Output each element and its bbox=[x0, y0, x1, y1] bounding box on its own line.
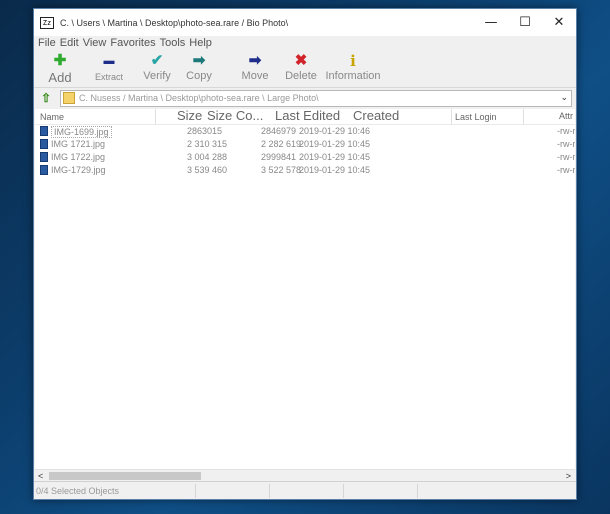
file-modified: 2019-01-29 10:45 bbox=[299, 139, 371, 149]
menu-tools[interactable]: Tools bbox=[160, 36, 186, 50]
add-button[interactable]: ✚ Add bbox=[40, 50, 80, 86]
verify-label: Verify bbox=[143, 70, 171, 82]
table-row[interactable]: IMG-1699.jpg 2863015 2846979 2019-01-29 … bbox=[35, 125, 575, 138]
file-list[interactable]: Name Size Size Co... Last Edited Created… bbox=[35, 109, 575, 481]
menu-bar: File Edit View Favorites Tools Help bbox=[34, 36, 576, 50]
folder-icon bbox=[63, 92, 75, 104]
file-name: IMG 1721.jpg bbox=[51, 139, 106, 149]
information-button[interactable]: i Information bbox=[324, 50, 382, 82]
column-divider[interactable] bbox=[155, 109, 156, 125]
file-attr: -rw-r bbox=[557, 139, 575, 149]
minus-icon: ▬ bbox=[103, 55, 115, 67]
scroll-right-icon[interactable]: > bbox=[566, 470, 571, 481]
window-title: C. \ Users \ Martina \ Desktop\photo-sea… bbox=[60, 17, 289, 28]
delete-x-icon: ✖ bbox=[294, 52, 308, 69]
move-button[interactable]: ➡ Move bbox=[238, 50, 272, 83]
scrollbar-thumb[interactable] bbox=[49, 472, 201, 480]
file-size: 2 310 315 bbox=[187, 139, 228, 149]
menu-edit[interactable]: Edit bbox=[60, 36, 79, 50]
copy-arrow-icon: ➡ bbox=[192, 52, 206, 69]
minimize-button[interactable]: — bbox=[474, 9, 508, 36]
table-row[interactable]: IMG 1722.jpg 3 004 288 2999841 2019-01-2… bbox=[35, 151, 575, 164]
plus-icon: ✚ bbox=[53, 52, 67, 69]
file-name: IMG 1722.jpg bbox=[51, 152, 106, 162]
file-packed-size: 2 282 619 bbox=[261, 139, 302, 149]
chevron-down-icon[interactable]: ⌄ bbox=[560, 92, 568, 103]
column-divider[interactable] bbox=[523, 109, 524, 125]
file-size: 3 004 288 bbox=[187, 152, 228, 162]
file-packed-size: 3 522 578 bbox=[261, 165, 302, 175]
column-header: Name Size Size Co... Last Edited Created… bbox=[35, 109, 575, 125]
move-arrow-icon: ➡ bbox=[248, 52, 262, 69]
title-bar[interactable]: Zz C. \ Users \ Martina \ Desktop\photo-… bbox=[34, 9, 576, 36]
column-attr[interactable]: Attr bbox=[559, 111, 573, 121]
file-icon bbox=[40, 165, 48, 175]
file-modified: 2019-01-29 10:45 bbox=[299, 165, 371, 175]
file-packed-size: 2846979 bbox=[261, 126, 297, 136]
delete-label: Delete bbox=[285, 70, 317, 82]
file-attr: -rw-r bbox=[557, 152, 575, 162]
add-label: Add bbox=[48, 70, 72, 85]
address-field[interactable]: C. Nusess / Martina \ Desktop\photo-sea.… bbox=[60, 89, 572, 107]
file-size: 2863015 bbox=[187, 126, 223, 136]
scroll-left-icon[interactable]: < bbox=[38, 470, 43, 481]
table-row[interactable]: IMG 1721.jpg 2 310 315 2 282 619 2019-01… bbox=[35, 138, 575, 151]
extract-button[interactable]: ▬ Extract bbox=[86, 50, 132, 82]
file-attr: -rw-r bbox=[557, 165, 575, 175]
column-name[interactable]: Name bbox=[40, 112, 64, 122]
status-selected: 0/4 Selected Objects bbox=[34, 483, 196, 498]
menu-view[interactable]: View bbox=[83, 36, 107, 50]
status-cell-empty bbox=[196, 483, 270, 498]
column-divider[interactable] bbox=[451, 109, 452, 125]
verify-button[interactable]: ✔ Verify bbox=[138, 50, 176, 83]
column-last-edited[interactable]: Last Edited bbox=[275, 109, 340, 123]
menu-favorites[interactable]: Favorites bbox=[110, 36, 155, 50]
status-cell-empty bbox=[344, 483, 418, 498]
archive-window: Zz C. \ Users \ Martina \ Desktop\photo-… bbox=[33, 8, 577, 500]
info-icon: i bbox=[350, 52, 356, 70]
column-size-compressed[interactable]: Size Co... bbox=[207, 109, 263, 123]
move-label: Move bbox=[241, 70, 269, 82]
column-last-login[interactable]: Last Login bbox=[455, 112, 497, 122]
file-packed-size: 2999841 bbox=[261, 152, 297, 162]
column-created[interactable]: Created bbox=[353, 109, 399, 123]
horizontal-scrollbar[interactable]: < > bbox=[35, 469, 575, 481]
menu-help[interactable]: Help bbox=[189, 36, 212, 50]
file-icon bbox=[40, 139, 48, 149]
menu-file[interactable]: File bbox=[38, 36, 56, 50]
delete-button[interactable]: ✖ Delete bbox=[284, 50, 318, 83]
address-bar: ⇧ C. Nusess / Martina \ Desktop\photo-se… bbox=[34, 88, 576, 108]
file-name: IMG-1729.jpg bbox=[51, 165, 106, 175]
app-logo-icon: Zz bbox=[40, 16, 54, 29]
file-modified: 2019-01-29 10:45 bbox=[299, 152, 371, 162]
toolbar: ✚ Add ▬ Extract ✔ Verify ➡ Copy ➡ Move ✖… bbox=[34, 50, 576, 88]
file-name: IMG-1699.jpg bbox=[51, 126, 112, 138]
file-icon bbox=[40, 126, 48, 136]
information-label: Information bbox=[325, 70, 381, 82]
copy-button[interactable]: ➡ Copy bbox=[182, 50, 216, 83]
window-controls: — ☐ ✕ bbox=[474, 9, 576, 36]
check-icon: ✔ bbox=[150, 52, 164, 69]
maximize-button[interactable]: ☐ bbox=[508, 9, 542, 36]
extract-label: Extract bbox=[94, 72, 123, 82]
file-icon bbox=[40, 152, 48, 162]
status-cell-empty bbox=[270, 483, 344, 498]
copy-label: Copy bbox=[186, 70, 212, 82]
column-size[interactable]: Size bbox=[177, 109, 202, 123]
table-row[interactable]: IMG-1729.jpg 3 539 460 3 522 578 2019-01… bbox=[35, 164, 575, 177]
file-attr: -rw-r bbox=[557, 126, 575, 136]
file-modified: 2019-01-29 10:46 bbox=[299, 126, 371, 136]
close-button[interactable]: ✕ bbox=[542, 9, 576, 36]
file-size: 3 539 460 bbox=[187, 165, 228, 175]
up-folder-icon[interactable]: ⇧ bbox=[38, 91, 54, 105]
address-path: C. Nusess / Martina \ Desktop\photo-sea.… bbox=[79, 93, 319, 103]
status-bar: 0/4 Selected Objects bbox=[34, 481, 576, 499]
